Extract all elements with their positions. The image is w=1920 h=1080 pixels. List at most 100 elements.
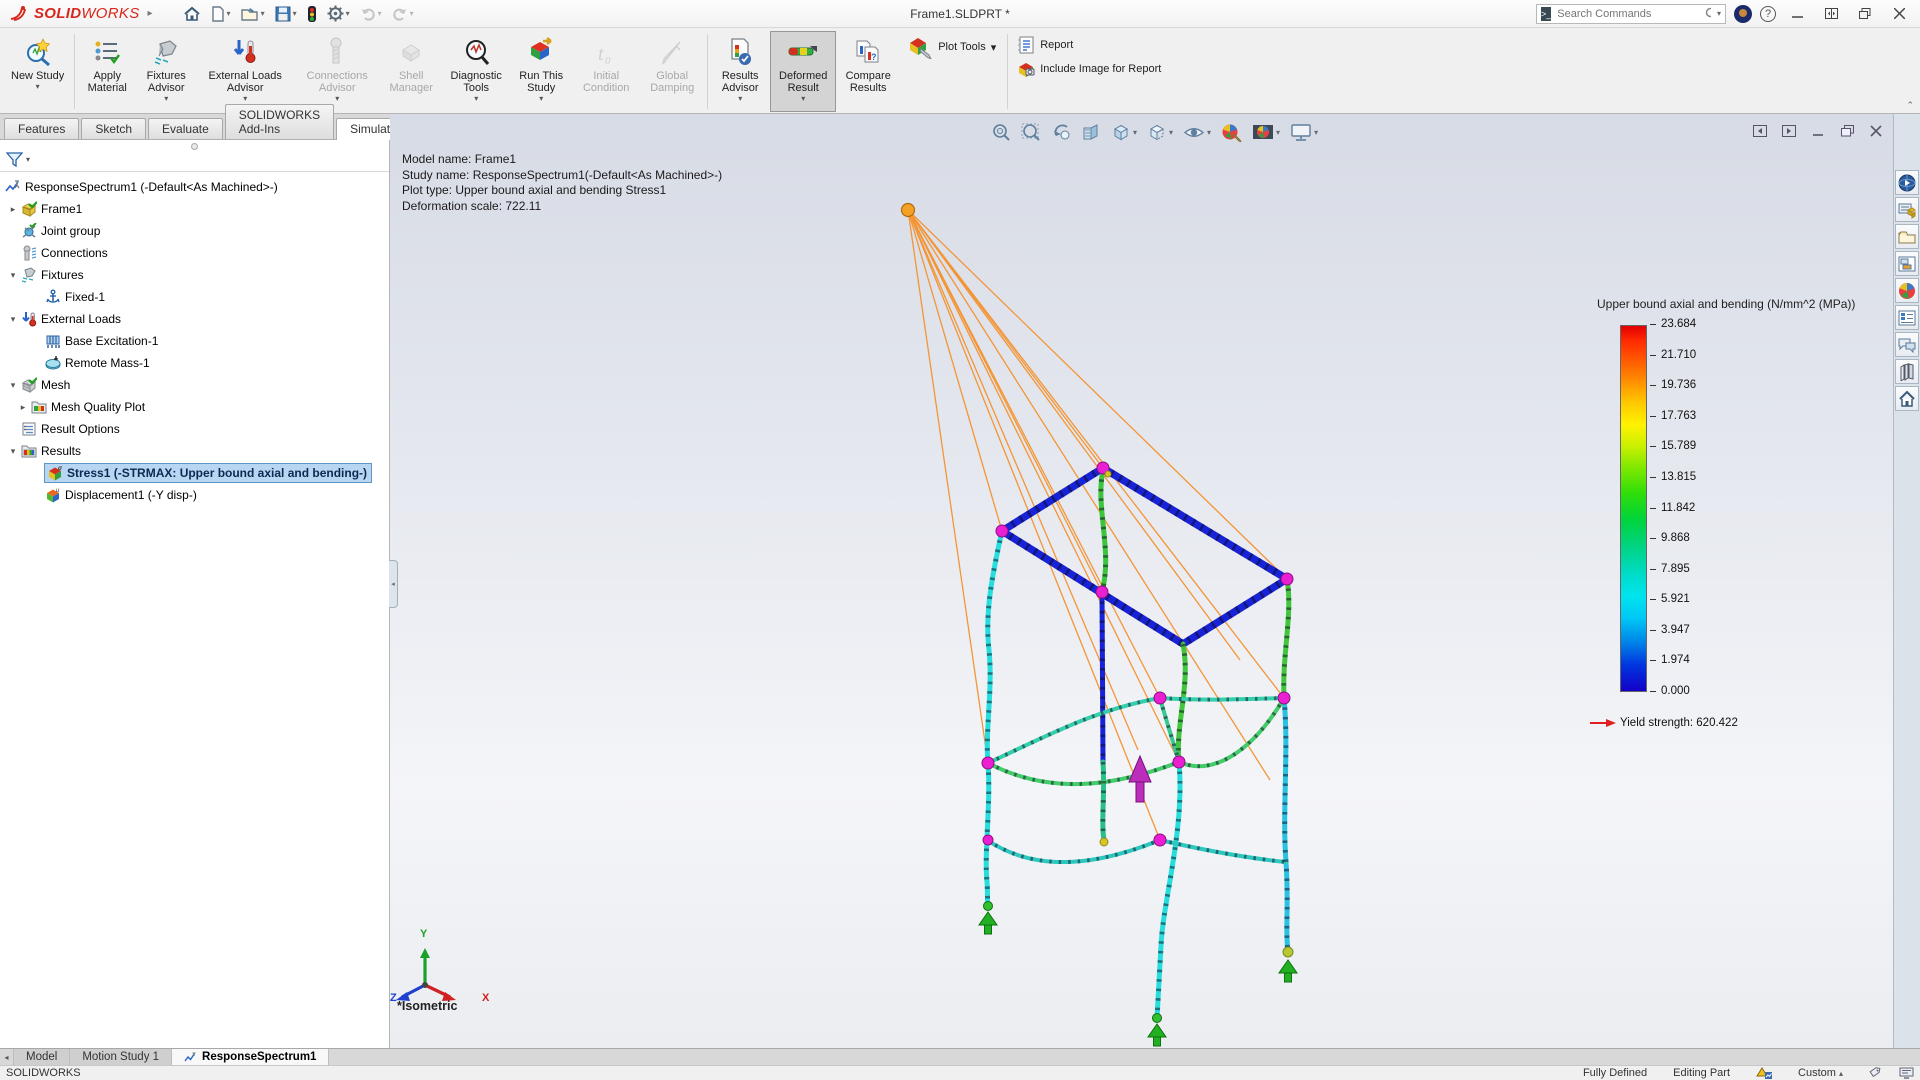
main-content: Features Sketch Evaluate SOLIDWORKS Add-… xyxy=(0,114,1920,1048)
tab-features[interactable]: Features xyxy=(4,118,79,139)
status-units-selector[interactable]: Custom ▴ xyxy=(1798,1067,1843,1079)
plot-tools-button[interactable]: Plot Tools ▾ xyxy=(901,34,1002,60)
search-commands-box[interactable]: >_ ▾ xyxy=(1536,4,1726,24)
tree-item-displacement1[interactable]: u Displacement1 (-Y disp-) xyxy=(0,484,389,506)
minimize-button[interactable] xyxy=(1784,4,1810,24)
chevron-down-icon[interactable]: ▾ xyxy=(26,155,30,164)
tree-item-study[interactable]: ResponseSpectrum1 (-Default<As Machined>… xyxy=(0,176,389,198)
panel-splitter-dot[interactable] xyxy=(191,143,198,150)
ribbon-separator xyxy=(74,34,75,109)
tree-item-result-options[interactable]: Result Options xyxy=(0,418,389,440)
fixture-symbols xyxy=(979,902,1297,1047)
expand-arrow-icon[interactable]: ▸ xyxy=(6,204,20,215)
tab-solidworks-add-ins[interactable]: SOLIDWORKS Add-Ins xyxy=(225,104,334,139)
tab-scroll-left-icon[interactable]: ◂ xyxy=(0,1049,14,1065)
help-button[interactable]: ? xyxy=(1760,6,1776,22)
undo-button[interactable]: ▾ xyxy=(356,2,386,26)
external-loads-advisor-button[interactable]: External Loads Advisor ▾ xyxy=(197,31,293,112)
status-tag-icon[interactable] xyxy=(1869,1067,1885,1079)
undo-icon xyxy=(360,7,376,21)
tree-item-joint-group[interactable]: Joint group xyxy=(0,220,389,242)
split-view-button[interactable] xyxy=(1818,4,1844,24)
doc-pane-right-button[interactable] xyxy=(1779,122,1799,140)
collapse-arrow-icon[interactable]: ▾ xyxy=(6,446,20,457)
doc-pane-left-button[interactable] xyxy=(1750,122,1770,140)
fixtures-advisor-button[interactable]: Fixtures Advisor ▾ xyxy=(137,31,195,112)
solidworks-add-ins-button[interactable] xyxy=(1895,359,1919,384)
tab-model[interactable]: Model xyxy=(14,1049,70,1065)
save-icon xyxy=(275,6,291,22)
run-this-study-button[interactable]: Run This Study ▾ xyxy=(511,31,571,112)
remote-mass-icon xyxy=(44,355,61,371)
deformed-result-button[interactable]: Deformed Result ▾ xyxy=(770,31,836,112)
tree-item-mesh[interactable]: ▾ Mesh xyxy=(0,374,389,396)
new-document-button[interactable]: ▾ xyxy=(207,2,235,26)
include-image-for-report-button[interactable]: Include Image for Report xyxy=(1017,60,1161,78)
chevron-down-icon: ▾ xyxy=(293,9,297,18)
appearances-scenes-button[interactable] xyxy=(1895,278,1919,303)
compare-results-button[interactable]: ? Compare Results xyxy=(838,31,898,112)
filter-icon[interactable] xyxy=(6,152,23,167)
home-tab-button[interactable] xyxy=(1895,386,1919,411)
tab-motion-study-1[interactable]: Motion Study 1 xyxy=(70,1049,172,1065)
collapse-arrow-icon[interactable]: ▾ xyxy=(6,380,20,391)
chevron-down-icon[interactable]: ▾ xyxy=(1717,9,1721,18)
tree-item-stress1[interactable]: σ Stress1 (-STRMAX: Upper bound axial an… xyxy=(0,462,389,484)
status-warning-icon[interactable] xyxy=(1756,1067,1772,1080)
solidworks-forum-button[interactable] xyxy=(1895,332,1919,357)
save-button[interactable]: ▾ xyxy=(271,2,301,26)
collapse-ribbon-icon[interactable]: ⌃ xyxy=(1906,100,1914,111)
tree-item-results[interactable]: ▾ Results xyxy=(0,440,389,462)
triad-y-label: Y xyxy=(420,928,427,940)
doc-restore-button[interactable] xyxy=(1837,122,1857,140)
tree-item-base-excitation-1[interactable]: Base Excitation-1 xyxy=(0,330,389,352)
restore-button[interactable] xyxy=(1852,4,1878,24)
tab-evaluate[interactable]: Evaluate xyxy=(148,118,223,139)
redo-button[interactable]: ▾ xyxy=(388,2,418,26)
doc-minimize-button[interactable] xyxy=(1808,122,1828,140)
tree-item-frame1[interactable]: ▸ Frame1 xyxy=(0,198,389,220)
menu-expand-icon[interactable]: ▸ xyxy=(148,8,153,19)
search-input[interactable] xyxy=(1555,7,1701,21)
file-explorer-button[interactable] xyxy=(1895,224,1919,249)
view-palette-button[interactable] xyxy=(1895,251,1919,276)
results-advisor-button[interactable]: Results Advisor ▾ xyxy=(712,31,768,112)
report-button[interactable]: Report xyxy=(1017,36,1161,54)
panel-splitter-handle[interactable]: ◂ xyxy=(389,560,398,608)
options-button[interactable]: ▾ xyxy=(323,2,354,26)
collapse-arrow-icon[interactable]: ▾ xyxy=(6,270,20,281)
view-orientation-label: *Isometric xyxy=(397,999,457,1013)
design-library-button[interactable] xyxy=(1895,197,1919,222)
plot-tools-icon xyxy=(907,35,933,59)
tree-item-mesh-quality-plot[interactable]: ▸ Mesh Quality Plot xyxy=(0,396,389,418)
color-bar[interactable] xyxy=(1620,325,1647,692)
solidworks-resources-button[interactable] xyxy=(1895,170,1919,195)
custom-properties-button[interactable] xyxy=(1895,305,1919,330)
user-avatar[interactable] xyxy=(1734,5,1752,23)
new-study-button[interactable]: New Study ▾ xyxy=(5,31,70,112)
doc-close-button[interactable] xyxy=(1866,122,1886,140)
tree-item-fixed-1[interactable]: Fixed-1 xyxy=(0,286,389,308)
close-button[interactable] xyxy=(1886,4,1912,24)
print-preview-button[interactable] xyxy=(303,2,321,26)
apply-material-button[interactable]: Apply Material xyxy=(79,31,135,112)
expand-arrow-icon[interactable]: ▸ xyxy=(16,402,30,413)
graphics-viewport[interactable]: ▾ ▾ ▾ ▾ ▾ Model name: Frame1 Study name:… xyxy=(390,114,1893,1048)
tree-item-fixtures[interactable]: ▾ Fixtures xyxy=(0,264,389,286)
legend-tick: 21.710 xyxy=(1650,349,1696,361)
home-button[interactable] xyxy=(179,2,205,26)
tree-item-external-loads[interactable]: ▾ External Loads xyxy=(0,308,389,330)
tab-sketch[interactable]: Sketch xyxy=(81,118,146,139)
tree-item-connections[interactable]: Connections xyxy=(0,242,389,264)
collapse-arrow-icon[interactable]: ▾ xyxy=(6,314,20,325)
status-display-icon[interactable] xyxy=(1899,1067,1914,1079)
fixtures-icon xyxy=(20,267,37,283)
legend-tick: 1.974 xyxy=(1650,654,1690,666)
search-icon[interactable] xyxy=(1705,7,1711,20)
tree-item-remote-mass-1[interactable]: Remote Mass-1 xyxy=(0,352,389,374)
diagnostic-tools-button[interactable]: Diagnostic Tools ▾ xyxy=(443,31,509,112)
simulation-ribbon: New Study ▾ Apply Material Fixtures Advi… xyxy=(0,28,1920,114)
include-image-icon xyxy=(1017,60,1035,78)
tab-response-spectrum-1[interactable]: ResponseSpectrum1 xyxy=(172,1049,329,1065)
open-button[interactable]: ▾ xyxy=(237,2,269,26)
